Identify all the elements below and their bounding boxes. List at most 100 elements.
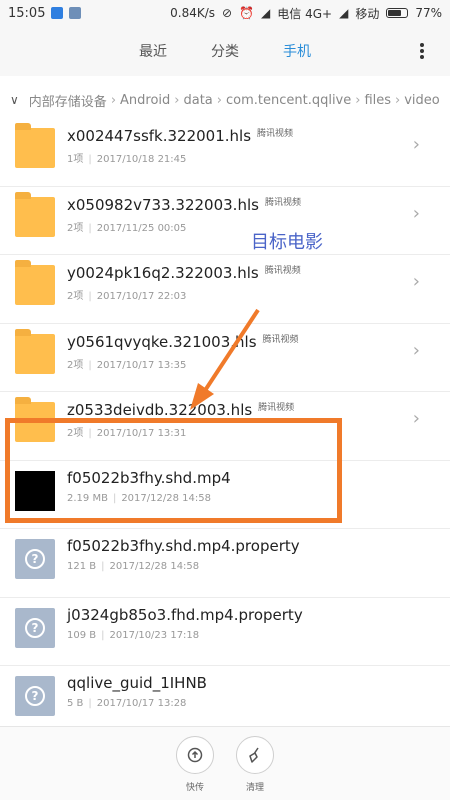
file-name-text: z0533deivdb.322003.hls — [67, 401, 253, 419]
file-size: 1项 — [67, 154, 84, 165]
app-tag: 腾讯视频 — [258, 403, 295, 413]
tab-category[interactable]: 分类 — [211, 37, 239, 65]
breadcrumb-separator: › — [355, 92, 361, 108]
file-date: 2017/10/23 17:18 — [109, 629, 200, 641]
meta-divider: | — [88, 359, 92, 371]
file-row[interactable]: ? qqlive_guid_1IHNB 5 B | 2017/10/17 13:28 — [0, 666, 450, 735]
app-tag: 腾讯视频 — [262, 334, 299, 345]
breadcrumb-item[interactable]: Android — [120, 93, 170, 108]
battery-icon — [386, 8, 409, 18]
chevron-right-icon: › — [412, 408, 420, 429]
breadcrumb-item[interactable]: com.tencent.qqlive — [226, 93, 351, 108]
file-name: y0561qvyqke.321003.hls 腾讯视频 — [67, 332, 299, 351]
question-mark-icon: ? — [25, 549, 45, 569]
file-meta: 2项 | 2017/11/25 00:05 — [67, 219, 186, 234]
file-date: 2017/10/18 21:45 — [96, 154, 187, 165]
clean-button[interactable]: 清理 — [235, 736, 275, 793]
file-name: f05022b3fhy.shd.mp4.property — [67, 537, 300, 555]
file-name: y0024pk16q2.322003.hls 腾讯视频 — [67, 263, 301, 282]
unknown-file-icon: ? — [15, 539, 55, 579]
breadcrumb-item[interactable]: files — [364, 93, 391, 108]
network-speed: 0.84K/s — [170, 6, 216, 20]
file-name: x050982v733.322003.hls 腾讯视频 — [67, 195, 301, 214]
share-button[interactable]: 快传 — [175, 736, 215, 793]
unknown-file-icon: ? — [15, 676, 55, 716]
tab-bar: 最近 分类 手机 — [139, 37, 311, 65]
meta-divider: | — [88, 154, 92, 165]
file-name-text: f05022b3fhy.shd.mp4.property — [67, 537, 300, 555]
header: 最近 分类 手机 — [0, 26, 450, 76]
message-notification-icon — [69, 7, 82, 19]
more-options-icon[interactable] — [420, 41, 426, 61]
meta-divider: | — [101, 629, 105, 641]
app-tag: 腾讯视频 — [264, 197, 301, 208]
file-meta: 1项 | 2017/10/18 21:45 — [67, 150, 186, 165]
file-name-text: y0561qvyqke.321003.hls — [67, 332, 257, 351]
file-size: 121 B — [67, 561, 97, 572]
tab-phone[interactable]: 手机 — [283, 37, 311, 65]
meta-divider: | — [101, 561, 105, 572]
file-date: 2017/12/28 14:58 — [109, 561, 200, 572]
breadcrumb: ∨ 内部存储设备 › Android › data › com.tencent.… — [0, 86, 450, 114]
file-size: 2项 — [67, 222, 84, 234]
chevron-right-icon: › — [412, 134, 420, 155]
file-row[interactable]: y0561qvyqke.321003.hls 腾讯视频 2项 | 2017/10/17 … — [0, 324, 450, 392]
file-row[interactable]: ? f05022b3fhy.shd.mp4.property 121 B | 2017/… — [0, 529, 450, 598]
alarm-icon: ⏰ — [239, 6, 255, 20]
breadcrumb-item[interactable]: 内部存储设备 — [29, 91, 107, 110]
file-size: 109 B — [67, 629, 97, 641]
app-notification-icon — [51, 7, 64, 19]
tab-recent[interactable]: 最近 — [139, 37, 167, 65]
file-date: 2017/10/17 22:03 — [96, 291, 187, 302]
file-name-text: y0024pk16q2.322003.hls — [67, 264, 259, 282]
file-date: 2017/10/17 13:35 — [96, 359, 187, 371]
file-meta: 109 B | 2017/10/23 17:18 — [67, 630, 199, 641]
question-mark-icon: ? — [25, 686, 45, 706]
bottom-action-bar: 快传 清理 — [0, 726, 450, 800]
file-name-text: qqlive_guid_1IHNB — [67, 674, 207, 692]
question-mark-icon: ? — [25, 617, 45, 638]
file-date: 2017/10/17 13:28 — [96, 698, 187, 709]
file-size: 2项 — [67, 291, 84, 302]
file-name: z0533deivdb.322003.hls 腾讯视频 — [67, 400, 294, 419]
annotation-label: 目标电影 — [251, 232, 323, 253]
chevron-right-icon: › — [412, 202, 420, 224]
folder-icon — [15, 191, 55, 237]
folder-icon — [15, 328, 55, 374]
chevron-down-icon[interactable]: ∨ — [10, 93, 19, 107]
chevron-right-icon: › — [412, 339, 420, 361]
file-name: qqlive_guid_1IHNB — [67, 674, 207, 692]
broom-icon — [249, 747, 259, 763]
status-time: 15:05 — [8, 5, 46, 21]
file-row[interactable]: x002447ssfk.322001.hls 腾讯视频 1项 | 2017/10/18 … — [0, 118, 450, 187]
meta-divider: | — [88, 291, 92, 302]
file-size: 2项 — [67, 359, 84, 371]
breadcrumb-item[interactable]: video — [404, 93, 440, 108]
meta-divider: | — [88, 698, 92, 709]
battery-percent: 77% — [415, 6, 442, 20]
carrier-2: 移动 — [355, 6, 380, 21]
unknown-file-icon: ? — [15, 607, 55, 648]
breadcrumb-separator: › — [174, 92, 180, 108]
file-name-text: j0324gb85o3.fhd.mp4.property — [67, 605, 303, 624]
meta-divider: | — [88, 222, 92, 234]
file-size: 5 B — [67, 698, 84, 709]
clean-label: 清理 — [245, 783, 264, 793]
breadcrumb-item[interactable]: data — [183, 93, 212, 108]
file-name: x002447ssfk.322001.hls 腾讯视频 — [67, 126, 293, 145]
folder-icon — [15, 123, 55, 168]
folder-icon — [15, 260, 55, 305]
app-tag: 腾讯视频 — [264, 266, 301, 276]
carrier-1: 电信 4G+ — [277, 6, 333, 21]
breadcrumb-separator: › — [216, 92, 222, 108]
file-name: j0324gb85o3.fhd.mp4.property — [67, 606, 303, 624]
no-disturb-icon: ⊘ — [222, 6, 233, 20]
chevron-right-icon: › — [412, 271, 420, 292]
file-date: 2017/11/25 00:05 — [96, 222, 187, 234]
file-row[interactable]: x050982v733.322003.hls 腾讯视频 2项 | 2017/11/25 … — [0, 187, 450, 255]
file-row[interactable]: y0024pk16q2.322003.hls 腾讯视频 2项 | 2017/10/17 … — [0, 255, 450, 324]
file-row[interactable]: ? j0324gb85o3.fhd.mp4.property 109 B | 2017/… — [0, 598, 450, 666]
file-meta: 2项 | 2017/10/17 13:35 — [67, 356, 186, 371]
breadcrumb-separator: › — [395, 92, 401, 108]
app-tag: 腾讯视频 — [257, 129, 294, 139]
